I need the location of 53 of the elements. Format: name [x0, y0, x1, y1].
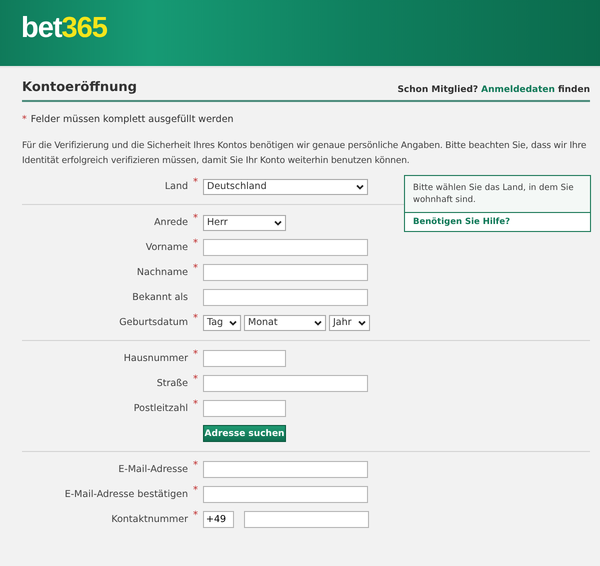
- required-mark: *: [193, 239, 198, 249]
- help-link[interactable]: Benötigen Sie Hilfe?: [405, 213, 590, 231]
- chevron-icon: [274, 220, 282, 226]
- member-prompt: Schon Mitglied?: [397, 85, 478, 95]
- input-field[interactable]: [203, 239, 368, 256]
- required-mark: *: [193, 400, 198, 410]
- field-label: E-Mail-Adresse: [117, 464, 188, 475]
- required-mark: *: [193, 486, 198, 496]
- dropdown[interactable]: Deutschland: [203, 178, 368, 194]
- chevron-icon: [314, 320, 322, 326]
- dropdown[interactable]: Tag: [203, 314, 241, 330]
- field-label: Anrede: [153, 217, 188, 228]
- dropdown[interactable]: Monat: [244, 314, 326, 330]
- chevron-icon: [356, 184, 364, 190]
- field-label: Postleitzahl: [132, 403, 188, 414]
- input-field[interactable]: [203, 350, 286, 367]
- logo[interactable]: bet365: [21, 12, 107, 44]
- page-title: Kontoeröffnung: [22, 80, 137, 95]
- required-mark: *: [193, 264, 198, 274]
- input-field[interactable]: [203, 461, 368, 478]
- required-mark: *: [22, 114, 27, 125]
- member-prompt: finden: [558, 85, 590, 95]
- required-mark: *: [193, 375, 198, 385]
- field-label: Hausnummer: [122, 353, 188, 364]
- field-label: Nachname: [136, 267, 188, 278]
- required-mark: *: [193, 178, 198, 188]
- input-field[interactable]: [203, 289, 368, 306]
- required-mark: *: [193, 214, 198, 224]
- field-label: Kontaktnummer: [110, 514, 188, 525]
- required-mark: *: [193, 461, 198, 471]
- input-field[interactable]: [203, 486, 368, 503]
- field-label: Land: [164, 181, 188, 192]
- input-field[interactable]: [203, 264, 368, 281]
- chevron-icon: [229, 320, 237, 326]
- dropdown[interactable]: Jahr: [329, 314, 370, 330]
- search-address-button[interactable]: Adresse suchen: [203, 425, 286, 442]
- intro-text: Für die Verifizierung und die Sicherheit Ihres Kontos benötigen wir genaue persönliche Angaben. Bitte beachten Sie, dass wir Ihre Identität erfolgreich verifizieren müssen, damit Sie Ihr Konto weiterhin benutzen können.: [22, 140, 588, 168]
- required-note: Felder müssen komplett ausgefüllt werden: [30, 114, 234, 125]
- field-label: Bekannt als: [131, 292, 188, 303]
- required-mark: *: [193, 314, 198, 324]
- input-field[interactable]: [203, 375, 368, 392]
- field-label: Geburtsdatum: [118, 317, 188, 328]
- dropdown[interactable]: Herr: [203, 214, 286, 230]
- login-link[interactable]: Anmeldedaten: [481, 85, 555, 95]
- field-label: Vorname: [144, 242, 188, 253]
- required-mark: *: [193, 511, 198, 521]
- field-label: Straße: [156, 378, 188, 389]
- required-mark: *: [193, 350, 198, 360]
- input-field[interactable]: [244, 511, 369, 528]
- input-field[interactable]: +49: [203, 511, 234, 528]
- chevron-icon: [358, 320, 366, 326]
- input-field[interactable]: [203, 400, 286, 417]
- field-label: E-Mail-Adresse bestätigen: [64, 489, 188, 500]
